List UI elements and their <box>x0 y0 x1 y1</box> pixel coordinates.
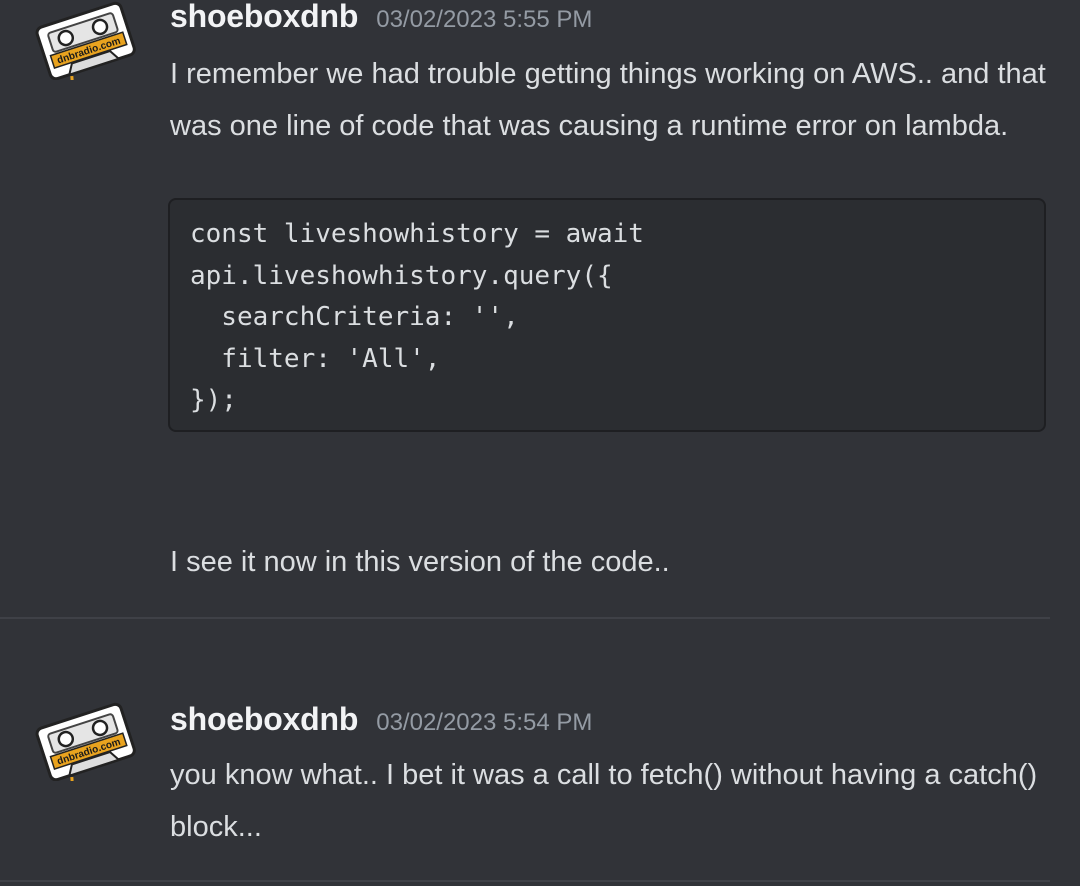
message-2: dnbradio.com shoeboxdnb 03/02/2023 5:54 P… <box>0 619 1080 880</box>
avatar-cassette-icon[interactable]: dnbradio.com <box>32 701 140 786</box>
avatar-cassette-icon[interactable]: dnbradio.com <box>32 0 140 85</box>
message-text: you know what.. I bet it was a call to f… <box>170 759 1046 843</box>
code-block: const liveshowhistory = await api.livesh… <box>168 198 1046 432</box>
username[interactable]: shoeboxdnb <box>170 0 358 34</box>
message-1: dnbradio.com shoeboxdnb 03/02/2023 5:55 P… <box>0 0 1080 617</box>
username[interactable]: shoeboxdnb <box>170 701 358 737</box>
message-header: shoeboxdnb 03/02/2023 5:54 PM <box>170 701 592 738</box>
message-header: shoeboxdnb 03/02/2023 5:55 PM <box>170 0 592 35</box>
bottom-divider <box>0 880 1050 882</box>
code-content: const liveshowhistory = await api.livesh… <box>190 219 644 415</box>
message-followup-text: I see it now in this version of the code… <box>170 546 670 578</box>
message-text: I remember we had trouble getting things… <box>170 58 1054 142</box>
timestamp[interactable]: 03/02/2023 5:54 PM <box>376 709 592 736</box>
timestamp[interactable]: 03/02/2023 5:55 PM <box>376 6 592 33</box>
